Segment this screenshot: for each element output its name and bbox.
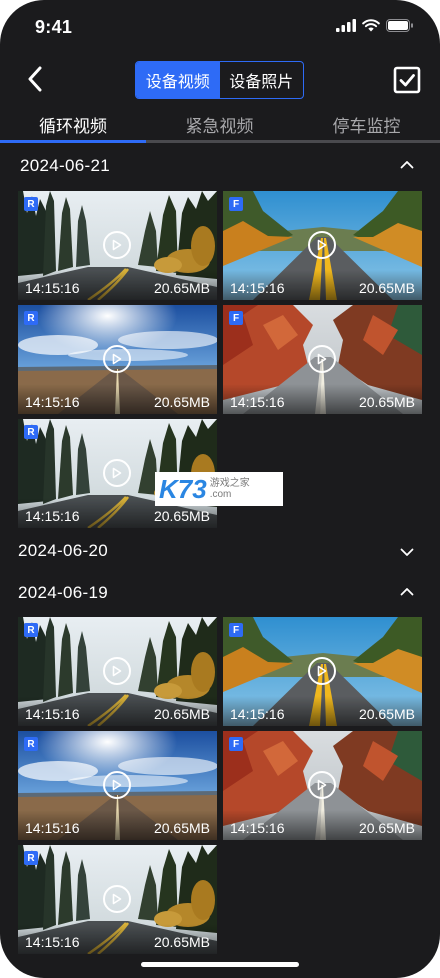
video-size: 20.65MB xyxy=(358,706,415,722)
video-thumbnail[interactable]: F 14:15:16 20.65MB xyxy=(223,731,422,840)
video-time: 14:15:16 xyxy=(230,820,285,836)
battery-icon xyxy=(386,19,413,32)
video-size: 20.65MB xyxy=(153,934,210,950)
play-icon[interactable] xyxy=(103,885,131,913)
camera-badge: F xyxy=(229,197,243,211)
status-time: 9:41 xyxy=(35,17,73,37)
camera-badge: R xyxy=(24,851,38,865)
video-time: 14:15:16 xyxy=(230,394,285,410)
play-icon[interactable] xyxy=(308,231,336,259)
video-size: 20.65MB xyxy=(153,820,210,836)
video-thumbnail[interactable]: F 14:15:16 20.65MB xyxy=(223,305,422,414)
play-icon[interactable] xyxy=(103,657,131,685)
camera-badge: F xyxy=(229,311,243,325)
wifi-icon xyxy=(362,19,380,32)
home-indicator xyxy=(141,962,299,967)
video-thumbnail[interactable]: F 14:15:16 20.65MB xyxy=(223,191,422,300)
play-icon[interactable] xyxy=(308,345,336,373)
site-watermark: K73 游戏之家 .com xyxy=(155,472,283,506)
video-time: 14:15:16 xyxy=(25,934,80,950)
watermark-text: 游戏之家 .com xyxy=(209,478,250,500)
media-type-segmented-control: 设备视频 设备照片 xyxy=(135,61,304,99)
chevron-up-icon xyxy=(400,161,414,169)
chevron-left-icon xyxy=(28,66,42,92)
category-tabs: 循环视频 紧急视频 停车监控 xyxy=(0,108,440,144)
play-icon[interactable] xyxy=(103,345,131,373)
tab-active-indicator xyxy=(0,140,146,143)
group-date: 2024-06-19 xyxy=(18,583,108,602)
video-thumbnail[interactable]: F 14:15:16 20.65MB xyxy=(223,617,422,726)
video-thumbnail[interactable]: R 14:15:16 20.65MB xyxy=(18,845,217,954)
video-thumbnail[interactable]: R 14:15:16 20.65MB xyxy=(18,617,217,726)
date-group-header[interactable]: 2024-06-21 xyxy=(0,152,440,182)
camera-badge: R xyxy=(24,737,38,751)
segment-device-photos[interactable]: 设备照片 xyxy=(220,62,304,98)
video-size: 20.65MB xyxy=(358,394,415,410)
video-time: 14:15:16 xyxy=(25,706,80,722)
back-button[interactable] xyxy=(18,62,52,96)
video-thumbnail[interactable]: R 14:15:16 20.65MB xyxy=(18,731,217,840)
video-time: 14:15:16 xyxy=(25,394,80,410)
video-time: 14:15:16 xyxy=(25,820,80,836)
video-time: 14:15:16 xyxy=(25,280,80,296)
tab-loop-video[interactable]: 循环视频 xyxy=(0,108,146,141)
camera-badge: R xyxy=(24,197,38,211)
group-date: 2024-06-21 xyxy=(20,156,110,175)
tab-emergency-video[interactable]: 紧急视频 xyxy=(146,108,293,141)
video-size: 20.65MB xyxy=(358,820,415,836)
camera-badge: R xyxy=(24,623,38,637)
checkbox-select-icon xyxy=(393,66,421,94)
camera-badge: F xyxy=(229,737,243,751)
video-time: 14:15:16 xyxy=(25,508,80,524)
nav-bar: 设备视频 设备照片 xyxy=(0,56,440,104)
camera-badge: F xyxy=(229,623,243,637)
play-icon[interactable] xyxy=(103,231,131,259)
video-thumbnail[interactable]: R 14:15:16 20.65MB xyxy=(18,191,217,300)
video-time: 14:15:16 xyxy=(230,280,285,296)
camera-badge: R xyxy=(24,311,38,325)
tab-parking-monitor[interactable]: 停车监控 xyxy=(293,108,440,141)
date-group-header[interactable]: 2024-06-19 xyxy=(0,579,440,609)
watermark-logo: K73 xyxy=(159,473,207,504)
chevron-up-icon xyxy=(400,588,414,596)
play-icon[interactable] xyxy=(103,459,131,487)
select-button[interactable] xyxy=(392,65,422,95)
segment-device-videos[interactable]: 设备视频 xyxy=(136,62,220,98)
camera-badge: R xyxy=(24,425,38,439)
video-thumbnail[interactable]: R 14:15:16 20.65MB xyxy=(18,305,217,414)
play-icon[interactable] xyxy=(103,771,131,799)
date-group-header[interactable]: 2024-06-20 xyxy=(0,537,440,567)
group-date: 2024-06-20 xyxy=(18,541,108,560)
play-icon[interactable] xyxy=(308,657,336,685)
app-screen: 9:41 设备视频 设备照片 循环视频 紧急视频 停车监控 2024-06-21… xyxy=(0,0,440,978)
video-size: 20.65MB xyxy=(153,394,210,410)
video-size: 20.65MB xyxy=(358,280,415,296)
signal-icon xyxy=(336,19,356,32)
status-bar: 9:41 xyxy=(0,0,440,54)
video-time: 14:15:16 xyxy=(230,706,285,722)
video-size: 20.65MB xyxy=(153,508,210,524)
chevron-down-icon xyxy=(400,548,414,556)
play-icon[interactable] xyxy=(308,771,336,799)
video-size: 20.65MB xyxy=(153,280,210,296)
video-size: 20.65MB xyxy=(153,706,210,722)
status-icons xyxy=(336,19,414,32)
